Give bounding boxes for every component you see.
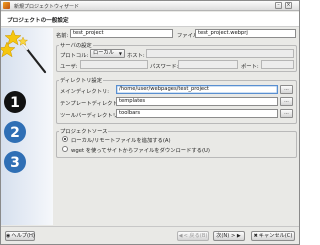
- browse-main-dir-button[interactable]: ...: [280, 85, 293, 94]
- protocol-select[interactable]: ローカル ▼: [90, 49, 125, 58]
- port-label: ポート:: [241, 64, 259, 70]
- password-input[interactable]: [178, 60, 238, 69]
- wizard-content: 名前: test_project ファイル: test_project.webp…: [56, 28, 297, 225]
- password-label: パスワード:: [150, 64, 179, 70]
- page-title: プロジェクトの一般設定: [7, 18, 69, 24]
- protocol-label: プロトコル:: [60, 53, 89, 59]
- next-button[interactable]: 次(N) > ▶: [213, 231, 245, 241]
- cancel-button[interactable]: ✖キャンセル(C): [251, 231, 295, 241]
- wget-label[interactable]: wget を使ってサイトからファイルをダウンロードする(U): [71, 146, 210, 154]
- browse-template-dir-button[interactable]: ...: [280, 97, 293, 106]
- close-button[interactable]: ×: [285, 2, 292, 9]
- svg-text:3: 3: [10, 155, 20, 171]
- toolbar-dir-label: ツールバーディレクトリ:: [60, 113, 120, 119]
- template-dir-input[interactable]: templates: [116, 97, 278, 106]
- next-arrow-icon: ▶: [235, 233, 241, 239]
- protocol-value: ローカル: [93, 50, 114, 56]
- host-label: ホスト:: [127, 53, 145, 59]
- step-2-icon: 2: [4, 121, 26, 143]
- user-input[interactable]: [80, 60, 148, 69]
- browse-toolbar-dir-button[interactable]: ...: [280, 109, 293, 118]
- help-label: ヘルプ(H): [11, 233, 35, 239]
- wizard-window: 新規プロジェクトウィザード – × プロジェクトの一般設定 1 2 3 名前: …: [0, 0, 300, 245]
- step-3-icon: 3: [4, 151, 26, 173]
- local-files-label[interactable]: ローカル/リモートファイルを追加する(A): [71, 136, 171, 144]
- minimize-button[interactable]: –: [275, 2, 282, 9]
- stars-wand-icon: [1, 29, 47, 74]
- back-label: < 戻る(B): [183, 233, 208, 239]
- name-label: 名前:: [56, 33, 69, 39]
- svg-text:1: 1: [10, 95, 20, 111]
- cancel-label: キャンセル(C): [258, 233, 293, 239]
- help-icon: ◉: [6, 233, 11, 239]
- title-bar[interactable]: 新規プロジェクトウィザード – ×: [1, 1, 299, 11]
- help-button[interactable]: ◉ヘルプ(H): [5, 231, 35, 241]
- port-input[interactable]: [261, 60, 294, 69]
- window-title: 新規プロジェクトウィザード: [14, 3, 80, 10]
- back-arrow-icon: ◀: [178, 233, 183, 239]
- chevron-down-icon: ▼: [118, 51, 122, 56]
- file-input[interactable]: test_project.webprj: [195, 29, 296, 38]
- button-bar: ◉ヘルプ(H) ◀< 戻る(B) 次(N) > ▶ ✖キャンセル(C): [1, 226, 299, 244]
- app-icon: [3, 2, 10, 9]
- step-1-icon: 1: [4, 91, 26, 113]
- svg-text:2: 2: [10, 125, 20, 141]
- toolbar-dir-input[interactable]: toolbars: [116, 109, 278, 118]
- main-dir-input[interactable]: /home/user/webpages/test_project: [116, 85, 278, 94]
- user-label: ユーザ:: [60, 64, 78, 70]
- wizard-sidebar: 1 2 3: [1, 28, 53, 225]
- page-header: プロジェクトの一般設定: [1, 12, 299, 27]
- back-button[interactable]: ◀< 戻る(B): [177, 231, 209, 241]
- main-dir-label: メインディレクトリ:: [60, 89, 110, 95]
- source-group-title: プロジェクトソース: [59, 127, 109, 135]
- host-input[interactable]: [146, 49, 294, 58]
- directory-group-title: ディレクトリ設定: [59, 76, 104, 84]
- next-label: 次(N) >: [216, 233, 236, 239]
- sidebar-art: 1 2 3: [1, 29, 47, 173]
- name-input[interactable]: test_project: [70, 29, 173, 38]
- server-group-title: サーバの設定: [59, 41, 93, 49]
- cancel-icon: ✖: [253, 233, 258, 239]
- local-files-radio[interactable]: [62, 136, 68, 142]
- wget-radio[interactable]: [62, 146, 68, 152]
